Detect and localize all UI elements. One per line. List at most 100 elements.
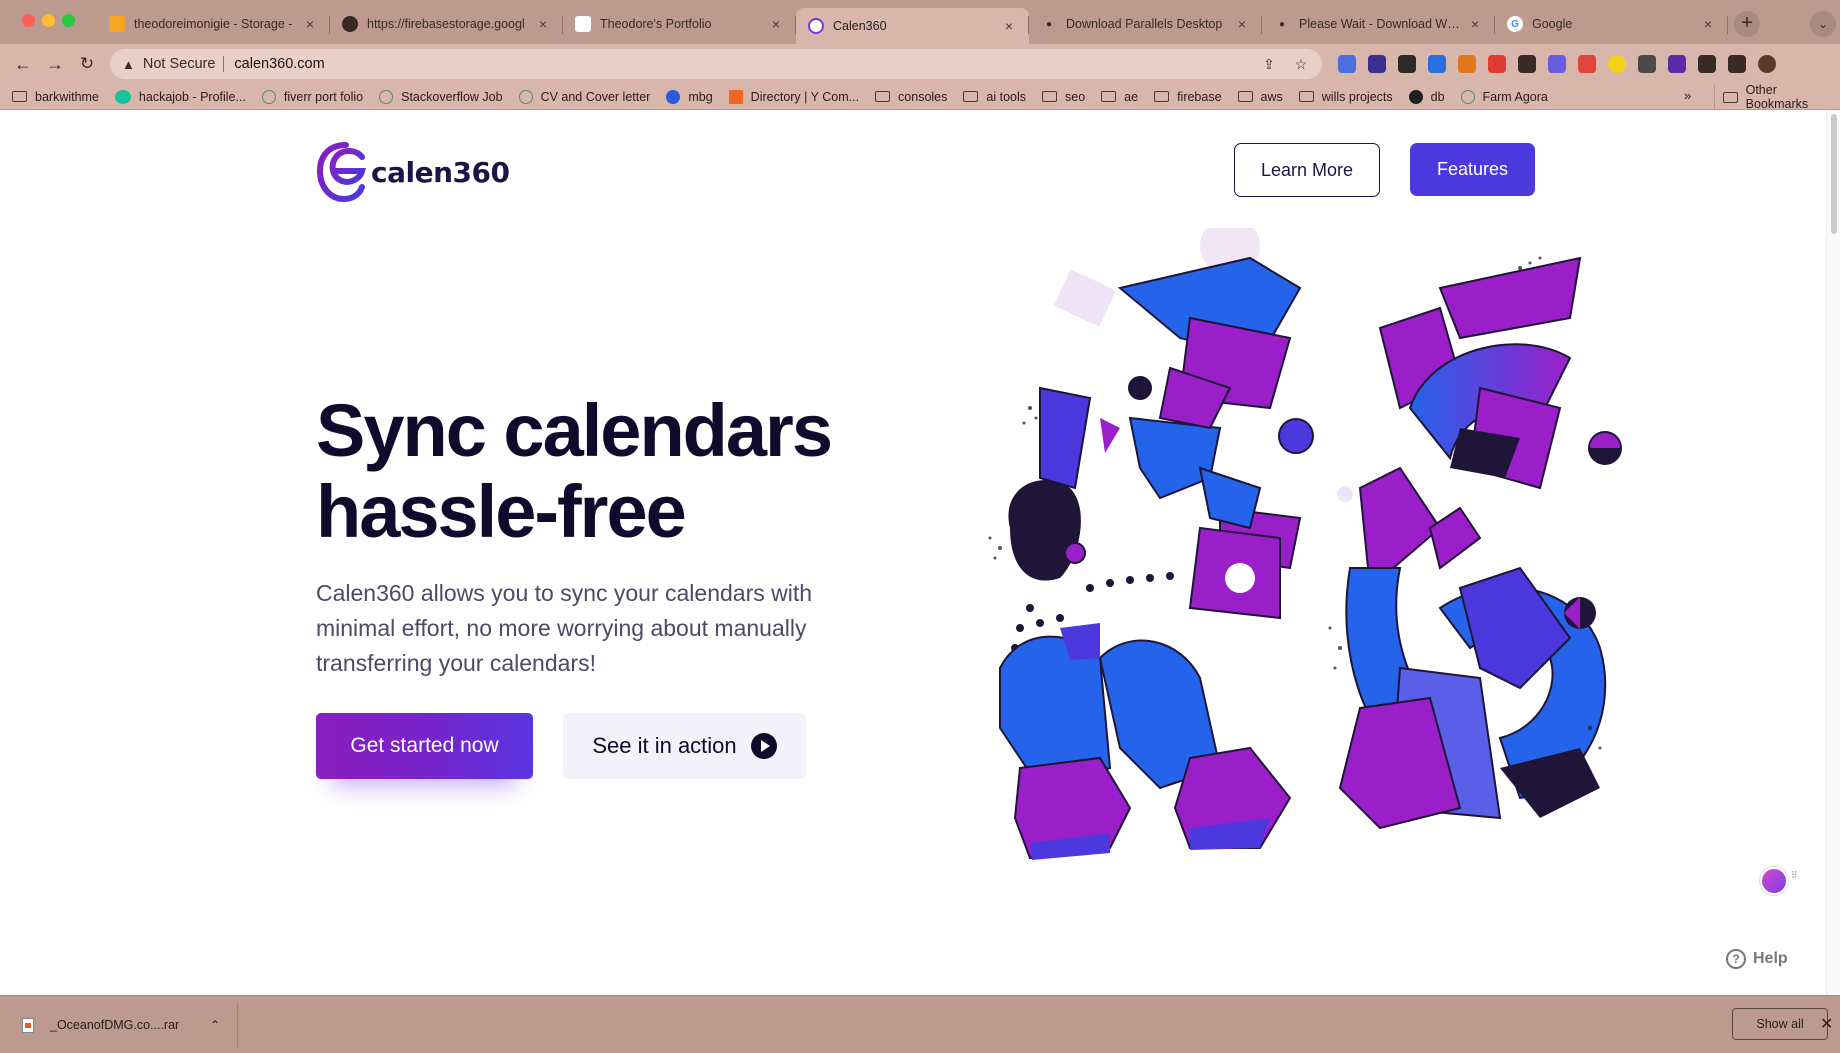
close-tab-icon[interactable]: × xyxy=(1700,16,1716,32)
address-bar[interactable]: ▲ Not Secure calen360.com ⇪ ☆ xyxy=(110,49,1322,79)
tab-active[interactable]: Calen360 × xyxy=(796,8,1029,44)
omnibox-divider xyxy=(223,56,225,72)
bookmark-item[interactable]: firebase xyxy=(1154,90,1222,104)
bookmark-item[interactable]: fiverr port folio xyxy=(261,89,363,104)
bookmark-star-icon[interactable]: ☆ xyxy=(1292,56,1310,73)
minimize-window-button[interactable] xyxy=(42,14,55,27)
mbg-icon xyxy=(666,89,681,104)
puzzle-icon[interactable] xyxy=(1692,52,1722,76)
red-extension-icon[interactable] xyxy=(1482,52,1512,76)
close-tab-icon[interactable]: × xyxy=(1001,18,1017,34)
close-tab-icon[interactable]: × xyxy=(1234,16,1250,32)
pen-extension-icon[interactable] xyxy=(1422,52,1452,76)
bookmark-item[interactable]: aws xyxy=(1237,89,1283,104)
bookmark-item[interactable]: seo xyxy=(1042,90,1085,104)
show-all-downloads-button[interactable]: Show all xyxy=(1732,1008,1828,1040)
other-bookmarks[interactable]: Other Bookmarks xyxy=(1714,83,1840,111)
new-tab-button[interactable]: + xyxy=(1734,11,1760,37)
chevron-up-icon[interactable]: ⌃ xyxy=(205,1018,225,1032)
moon-extension-icon[interactable] xyxy=(1602,52,1632,76)
bookmark-label: Stackoverflow Job xyxy=(401,89,503,104)
close-tab-icon[interactable]: × xyxy=(1467,16,1483,32)
floating-widget[interactable]: ⠿ xyxy=(1760,867,1801,895)
bookmark-item[interactable]: wills projects xyxy=(1298,90,1393,104)
badge-extension-icon[interactable] xyxy=(1362,52,1392,76)
close-tab-icon[interactable]: × xyxy=(768,16,784,32)
bookmark-item[interactable]: db xyxy=(1408,89,1445,104)
calen360-logo[interactable]: calen360 xyxy=(316,140,510,204)
bookmark-label: seo xyxy=(1065,89,1086,104)
bookmark-label: ai tools xyxy=(986,89,1026,104)
learn-more-button[interactable]: Learn More xyxy=(1234,143,1380,197)
tab-label: Calen360 xyxy=(833,19,887,33)
other-bookmarks-label: Other Bookmarks xyxy=(1745,83,1809,111)
bookmark-item[interactable]: CV and Cover letter xyxy=(518,89,650,104)
widget-avatar-icon[interactable] xyxy=(1760,867,1788,895)
bookmark-item[interactable]: ai tools xyxy=(963,90,1026,104)
close-window-button[interactable] xyxy=(22,14,35,27)
tab-label: Google xyxy=(1532,17,1573,31)
close-tab-icon[interactable]: × xyxy=(535,16,551,32)
bookmark-item[interactable]: Directory | Y Com... xyxy=(728,89,860,104)
forward-arrow-icon[interactable]: → xyxy=(42,51,68,77)
maximize-window-button[interactable] xyxy=(62,14,75,27)
bookmark-item[interactable]: barkwithme xyxy=(12,90,99,104)
web-page: calen360 Learn More Features Sync calend… xyxy=(0,110,1840,995)
code-extension-icon[interactable] xyxy=(1572,52,1602,76)
metamask-icon[interactable] xyxy=(1452,52,1482,76)
bookmark-item[interactable]: consoles xyxy=(875,90,947,104)
reload-icon[interactable]: ↻ xyxy=(74,51,100,77)
purple-extension-icon[interactable] xyxy=(1662,52,1692,76)
close-shelf-icon[interactable]: ✕ xyxy=(1820,1014,1833,1034)
ycombinator-icon xyxy=(728,89,743,104)
download-icon[interactable] xyxy=(1512,52,1542,76)
url-text[interactable]: calen360.com xyxy=(234,56,1246,72)
translate-icon[interactable] xyxy=(1332,52,1362,76)
tab-item[interactable]: ● Download Parallels Desktop × xyxy=(1029,8,1262,40)
see-it-in-action-button[interactable]: See it in action xyxy=(563,713,806,779)
gear-extension-icon[interactable] xyxy=(1542,52,1572,76)
chatgpt-icon xyxy=(379,89,394,104)
bookmark-label: mbg xyxy=(688,89,713,104)
bookmark-label: aws xyxy=(1260,89,1283,104)
tab-item[interactable]: Theodore's Portfolio × xyxy=(563,8,796,40)
features-button[interactable]: Features xyxy=(1410,143,1535,196)
back-arrow-icon[interactable]: ← xyxy=(10,51,36,77)
bookmark-label: Directory | Y Com... xyxy=(750,89,860,104)
security-label[interactable]: Not Secure xyxy=(143,56,216,72)
download-file-name: _OceanofDMG.co....rar xyxy=(50,1018,180,1032)
folder-icon xyxy=(1237,91,1253,102)
hero-title: Sync calendars hassle-free xyxy=(316,389,833,553)
scrollbar-thumb[interactable] xyxy=(1831,114,1837,234)
x-extension-icon[interactable] xyxy=(1392,52,1422,76)
folder-icon xyxy=(1042,91,1057,102)
get-started-button[interactable]: Get started now xyxy=(316,713,533,779)
help-button[interactable]: ? Help xyxy=(1726,949,1788,969)
bookmark-item[interactable]: ae xyxy=(1101,90,1138,104)
folder-icon xyxy=(1298,91,1314,102)
drag-handle-icon[interactable]: ⠿ xyxy=(1791,871,1801,890)
tab-item[interactable]: G Google × xyxy=(1495,8,1728,40)
bookmarks-overflow-button[interactable]: » xyxy=(1684,88,1691,103)
shield-icon xyxy=(575,16,591,32)
sidepanel-icon[interactable] xyxy=(1722,52,1752,76)
share-icon[interactable]: ⇪ xyxy=(1260,56,1278,73)
close-tab-icon[interactable]: × xyxy=(302,16,318,32)
robot-extension-icon[interactable] xyxy=(1632,52,1662,76)
calen360-icon xyxy=(808,18,824,34)
bookmark-item[interactable]: mbg xyxy=(666,89,713,104)
profile-avatar[interactable] xyxy=(1752,52,1782,76)
download-item[interactable]: _OceanofDMG.co....rar ⌃ xyxy=(10,1002,238,1048)
tab-item[interactable]: theodoreimonigie - Storage - × xyxy=(97,8,330,40)
tab-label: theodoreimonigie - Storage - xyxy=(134,17,293,31)
bookmark-item[interactable]: Farm Agora xyxy=(1460,89,1548,104)
tab-item[interactable]: ● Please Wait - Download Will S × xyxy=(1262,8,1495,40)
tab-search-button[interactable]: ⌄ xyxy=(1810,11,1836,37)
hero-illustration xyxy=(988,228,1622,860)
tab-item[interactable]: https://firebasestorage.googl × xyxy=(330,8,563,40)
page-scrollbar[interactable] xyxy=(1826,110,1840,995)
apple-icon: ● xyxy=(1278,18,1286,30)
bookmark-item[interactable]: Stackoverflow Job xyxy=(379,89,503,104)
warning-icon[interactable]: ▲ xyxy=(122,57,135,72)
bookmark-item[interactable]: hackajob - Profile... xyxy=(114,89,246,104)
